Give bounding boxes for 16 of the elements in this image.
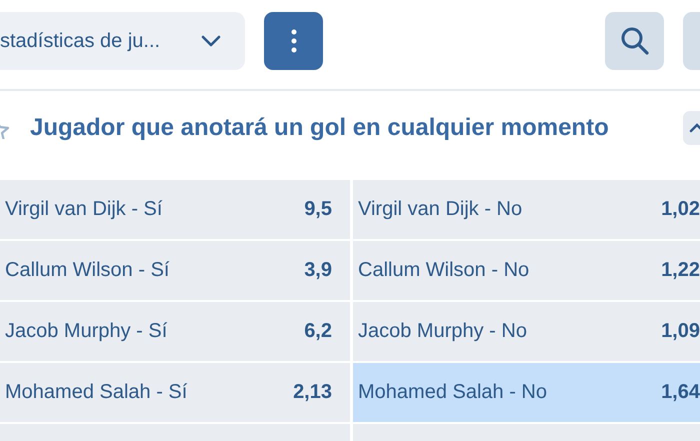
- odds-cell[interactable]: Mohamed Salah - No 1,64: [353, 363, 700, 422]
- chevron-down-icon: [201, 35, 221, 47]
- market-dropdown[interactable]: stadísticas de ju...: [0, 12, 245, 70]
- odds-cell[interactable]: Jacob Murphy - No 1,09: [353, 302, 700, 361]
- odds-cell[interactable]: Virgil van Dijk - Sí 9,5: [0, 180, 350, 239]
- chevron-up-icon: [689, 123, 700, 133]
- odds-cell[interactable]: Virgil van Dijk - No 1,02: [353, 180, 700, 239]
- odds-cell[interactable]: Jacob Murphy - Sí 6,2: [0, 302, 350, 361]
- odds-cell[interactable]: Callum Wilson - No 1,22: [353, 241, 700, 300]
- odds-cell[interactable]: Callum Wilson - Sí 3,9: [0, 241, 350, 300]
- market-title: Jugador que anotará un gol en cualquier momento: [30, 114, 610, 142]
- search-icon: [620, 26, 650, 56]
- more-icon: [290, 29, 296, 53]
- odds-cell[interactable]: Mohamed Salah - Sí 2,13: [0, 363, 350, 422]
- search-button[interactable]: [605, 12, 664, 70]
- more-button[interactable]: [264, 12, 323, 70]
